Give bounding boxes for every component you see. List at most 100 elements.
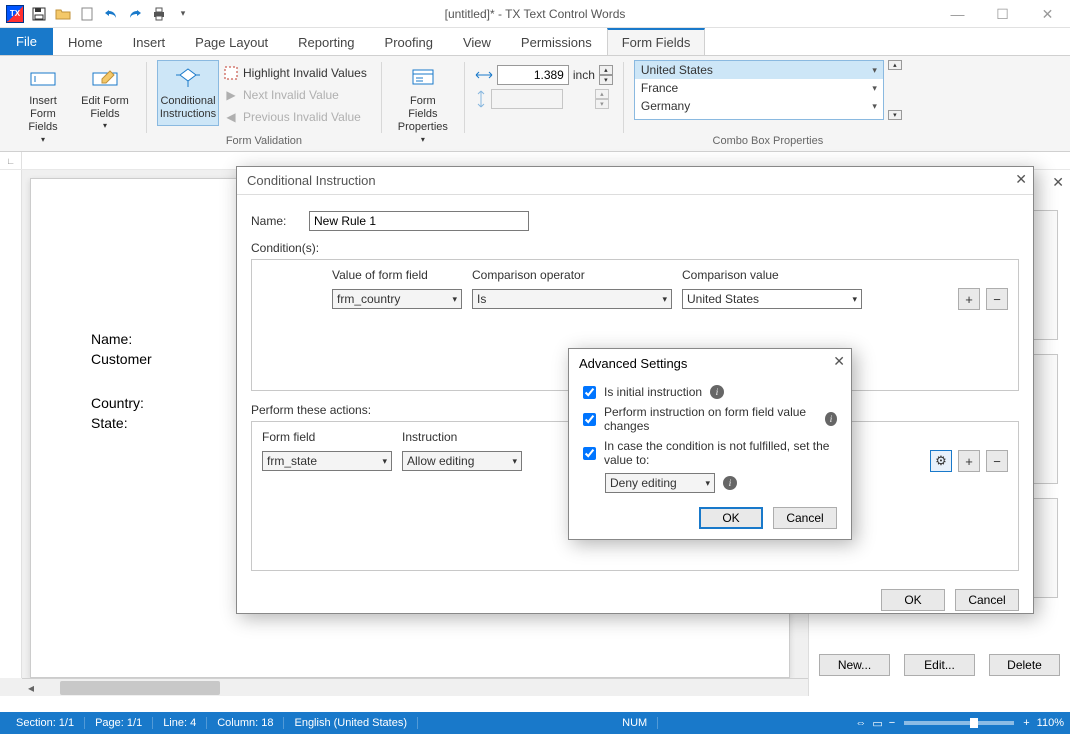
group-combo-properties: Combo Box Properties xyxy=(634,133,902,151)
cond-field-select[interactable]: frm_country xyxy=(332,289,462,309)
edit-form-fields-button[interactable]: Edit Form Fields▾ xyxy=(74,60,136,136)
tab-home[interactable]: Home xyxy=(53,28,118,55)
lbl-else: In case the condition is not fulfilled, … xyxy=(604,439,837,467)
combo-down[interactable]: ▾ xyxy=(888,110,902,120)
diamond-flow-icon xyxy=(174,65,202,93)
width-input[interactable] xyxy=(497,65,569,85)
prev-icon: ◀ xyxy=(223,109,239,125)
action-settings-button[interactable]: ⚙ xyxy=(930,450,952,472)
app-logo: TX xyxy=(4,3,26,25)
status-bar: Section: 1/1 Page: 1/1 Line: 4 Column: 1… xyxy=(0,712,1070,734)
redo-icon[interactable] xyxy=(124,3,146,25)
doc-customer-label: Customer xyxy=(91,351,201,367)
action-remove-button[interactable]: − xyxy=(986,450,1008,472)
chk-else[interactable] xyxy=(583,447,596,460)
width-up[interactable]: ▴ xyxy=(599,65,613,75)
conditional-instructions-button[interactable]: Conditional Instructions xyxy=(157,60,219,126)
action-instr-select[interactable]: Allow editing xyxy=(402,451,522,471)
adv-ok-button[interactable]: OK xyxy=(699,507,763,529)
adv-close-icon[interactable]: ✕ xyxy=(833,353,845,370)
tab-permissions[interactable]: Permissions xyxy=(506,28,607,55)
combo-items-list[interactable]: United States▾ France▾ Germany▾ xyxy=(634,60,884,120)
textbox-icon xyxy=(29,65,57,93)
minimize-button[interactable]: — xyxy=(935,0,980,28)
cond-add-button[interactable]: + xyxy=(958,288,980,310)
tab-form-fields[interactable]: Form Fields xyxy=(607,28,706,55)
rule-name-input[interactable] xyxy=(309,211,529,231)
open-icon[interactable] xyxy=(52,3,74,25)
status-num: NUM xyxy=(612,717,658,729)
action-field-select[interactable]: frm_state xyxy=(262,451,392,471)
tab-reporting[interactable]: Reporting xyxy=(283,28,369,55)
quick-access-toolbar: TX ▾ [untitled]* - TX Text Control Words… xyxy=(0,0,1070,28)
maximize-button[interactable]: ☐ xyxy=(980,0,1025,28)
scroll-thumb[interactable] xyxy=(60,681,220,695)
tab-proofing[interactable]: Proofing xyxy=(370,28,448,55)
tab-page-layout[interactable]: Page Layout xyxy=(180,28,283,55)
new-icon[interactable] xyxy=(76,3,98,25)
print-icon[interactable] xyxy=(148,3,170,25)
save-icon[interactable] xyxy=(28,3,50,25)
qat-more-icon[interactable]: ▾ xyxy=(172,3,194,25)
combo-item-de[interactable]: Germany▾ xyxy=(635,97,883,115)
lbl-on-change: Perform instruction on form field value … xyxy=(604,405,817,433)
conditions-label: Condition(s): xyxy=(251,241,1019,255)
head-comp: Comparison value xyxy=(682,268,862,282)
action-head-field: Form field xyxy=(262,430,392,444)
ribbon: Insert Form Fields▾ Edit Form Fields▾ Co… xyxy=(0,56,1070,152)
info-icon[interactable]: i xyxy=(710,385,724,399)
info-icon[interactable]: i xyxy=(825,412,837,426)
properties-icon xyxy=(409,65,437,93)
adv-cancel-button[interactable]: Cancel xyxy=(773,507,837,529)
else-value-select[interactable]: Deny editing xyxy=(605,473,715,493)
status-line: Line: 4 xyxy=(153,717,207,729)
panel-edit-button[interactable]: Edit... xyxy=(904,654,975,676)
zoom-slider[interactable] xyxy=(904,721,1014,725)
combo-up[interactable]: ▴ xyxy=(888,60,902,70)
cond-remove-button[interactable]: − xyxy=(986,288,1008,310)
advanced-settings-dialog: Advanced Settings ✕ Is initial instructi… xyxy=(568,348,852,540)
height-icon xyxy=(475,90,487,108)
chk-on-change[interactable] xyxy=(583,413,596,426)
cond-op-select[interactable]: Is xyxy=(472,289,672,309)
ruler-corner: ∟ xyxy=(0,152,22,169)
panel-delete-button[interactable]: Delete xyxy=(989,654,1060,676)
width-down[interactable]: ▾ xyxy=(599,75,613,85)
combo-item-us[interactable]: United States▾ xyxy=(635,61,883,79)
tab-view[interactable]: View xyxy=(448,28,506,55)
undo-icon[interactable] xyxy=(100,3,122,25)
action-head-instr: Instruction xyxy=(402,430,522,444)
chk-is-initial[interactable] xyxy=(583,386,596,399)
tab-insert[interactable]: Insert xyxy=(118,28,181,55)
status-section: Section: 1/1 xyxy=(6,717,85,729)
form-fields-properties-button[interactable]: Form Fields Properties▾ xyxy=(392,60,454,149)
dialog-ok-button[interactable]: OK xyxy=(881,589,945,611)
combo-item-fr[interactable]: France▾ xyxy=(635,79,883,97)
fit-page-icon[interactable]: ▭ xyxy=(872,717,882,730)
action-add-button[interactable]: + xyxy=(958,450,980,472)
panel-new-button[interactable]: New... xyxy=(819,654,890,676)
fit-width-icon[interactable]: ⇔ xyxy=(855,717,866,729)
dialog-cancel-button[interactable]: Cancel xyxy=(955,589,1019,611)
info-icon[interactable]: i xyxy=(723,476,737,490)
panel-close-icon[interactable]: ✕ xyxy=(1052,174,1064,191)
cond-value-select[interactable]: United States xyxy=(682,289,862,309)
status-lang: English (United States) xyxy=(284,717,418,729)
highlight-invalid-button[interactable]: Highlight Invalid Values xyxy=(219,62,371,84)
vertical-ruler xyxy=(0,170,22,678)
zoom-out-button[interactable]: − xyxy=(889,717,895,729)
tab-file[interactable]: File xyxy=(0,28,53,55)
previous-invalid-button[interactable]: ◀Previous Invalid Value xyxy=(219,106,371,128)
next-invalid-button[interactable]: ▶Next Invalid Value xyxy=(219,84,371,106)
dialog-close-icon[interactable]: ✕ xyxy=(1015,171,1027,188)
name-label: Name: xyxy=(251,214,301,228)
scroll-left-icon[interactable]: ◂ xyxy=(22,679,40,697)
edit-textbox-icon xyxy=(91,65,119,93)
height-input xyxy=(491,89,563,109)
dialog-title: Conditional Instruction xyxy=(247,173,376,188)
insert-form-fields-button[interactable]: Insert Form Fields▾ xyxy=(12,60,74,149)
lbl-is-initial: Is initial instruction xyxy=(604,385,702,399)
zoom-in-button[interactable]: + xyxy=(1023,717,1029,729)
close-button[interactable]: ✕ xyxy=(1025,0,1070,28)
height-up: ▴ xyxy=(595,89,609,99)
